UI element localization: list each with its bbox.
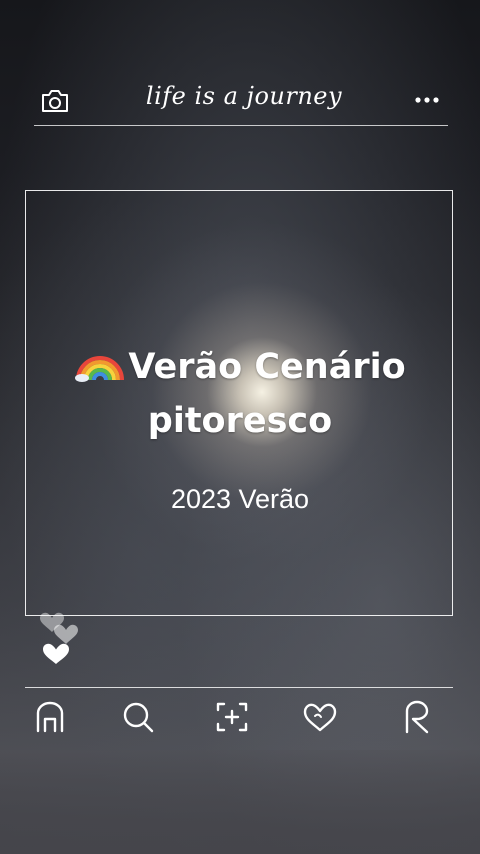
headline-line-2: pitoresco <box>147 401 333 441</box>
hearts-icon <box>36 608 84 670</box>
add-photo-icon <box>216 702 248 732</box>
rainbow-icon <box>74 342 126 382</box>
nav-divider <box>25 687 453 688</box>
headline-text-line-1: Verão Cenário <box>128 347 406 387</box>
nav-home[interactable] <box>30 697 70 737</box>
nav-add-photo[interactable] <box>212 697 252 737</box>
headline-line-1: Verão Cenário <box>0 340 480 394</box>
camera-icon[interactable] <box>40 88 70 114</box>
nav-search[interactable] <box>118 697 158 737</box>
nav-profile[interactable] <box>397 697 437 737</box>
home-icon <box>36 701 64 733</box>
card-subtitle: 2023 Verão <box>170 484 310 514</box>
profile-icon <box>405 700 429 734</box>
search-icon <box>123 702 154 733</box>
header-divider <box>34 125 448 126</box>
card-headline: Verão Cenário pitoresco <box>0 340 480 448</box>
header-title: life is a journey <box>145 82 343 110</box>
bottom-fade <box>0 750 480 854</box>
nav-likes[interactable] <box>300 697 340 737</box>
heart-icon <box>303 703 337 732</box>
top-bar: life is a journey <box>34 78 448 126</box>
more-options-icon[interactable] <box>414 90 440 110</box>
